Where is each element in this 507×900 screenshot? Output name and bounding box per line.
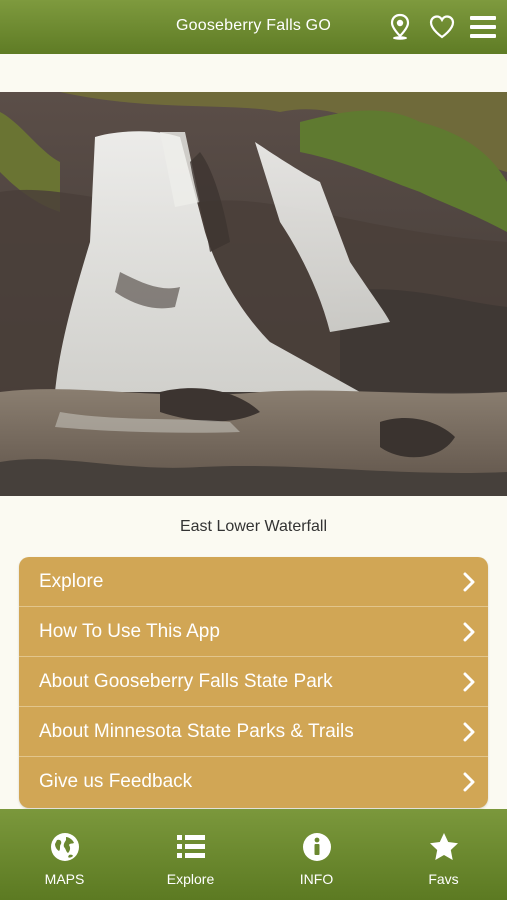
tab-maps[interactable]: MAPS <box>1 809 128 900</box>
tab-info[interactable]: INFO <box>253 809 380 900</box>
menu-item-feedback[interactable]: Give us Feedback <box>19 757 488 807</box>
top-app-bar: Gooseberry Falls GO <box>0 0 507 54</box>
tab-label: Favs <box>428 871 459 887</box>
list-icon <box>175 831 207 863</box>
tab-explore[interactable]: Explore <box>127 809 254 900</box>
menu-item-label: Give us Feedback <box>39 771 193 792</box>
chevron-right-icon <box>462 722 476 742</box>
tab-favs[interactable]: Favs <box>380 809 507 900</box>
hero-caption: East Lower Waterfall <box>179 518 327 535</box>
chevron-right-icon <box>462 572 476 592</box>
heart-icon[interactable] <box>427 12 457 42</box>
menu-item-label: Explore <box>39 571 104 592</box>
menu-item-how-to-use[interactable]: How To Use This App <box>19 607 488 657</box>
bottom-tab-bar: MAPS Explore INFO Favs <box>0 809 507 900</box>
info-icon <box>301 831 333 863</box>
menu-item-label: About Gooseberry Falls State Park <box>39 671 333 692</box>
globe-icon <box>49 831 81 863</box>
chevron-right-icon <box>462 772 476 792</box>
tab-label: Explore <box>166 871 215 887</box>
menu-item-about-mn-parks[interactable]: About Minnesota State Parks & Trails <box>19 707 488 757</box>
location-pin-icon[interactable] <box>385 12 415 42</box>
star-icon <box>428 831 460 863</box>
menu-item-label: How To Use This App <box>39 621 220 642</box>
waterfall-hero-image <box>0 92 507 496</box>
tab-label: MAPS <box>44 871 85 887</box>
menu-item-explore[interactable]: Explore <box>19 557 488 607</box>
menu-item-about-park[interactable]: About Gooseberry Falls State Park <box>19 657 488 707</box>
chevron-right-icon <box>462 622 476 642</box>
main-menu-list: Explore How To Use This App About Gooseb… <box>19 557 488 808</box>
tab-label: INFO <box>299 871 334 887</box>
hamburger-menu-icon[interactable] <box>468 13 498 43</box>
chevron-right-icon <box>462 672 476 692</box>
menu-item-label: About Minnesota State Parks & Trails <box>39 721 354 742</box>
